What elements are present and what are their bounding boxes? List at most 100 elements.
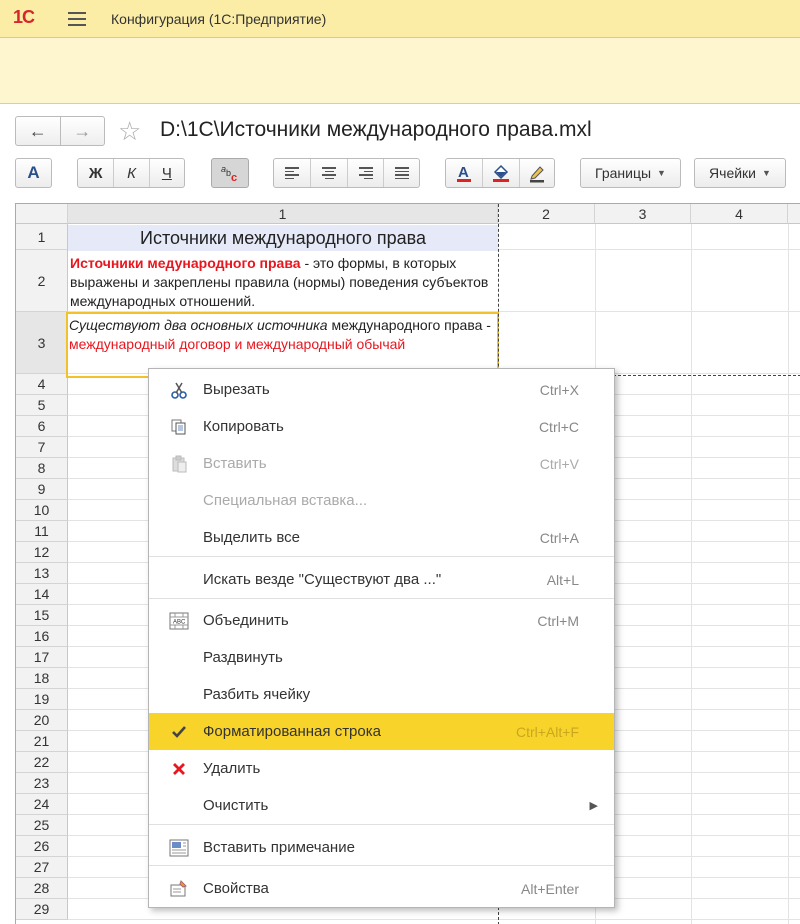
menu-item-10[interactable]: Форматированная строка Ctrl+Alt+F bbox=[149, 713, 614, 750]
menu-item-14[interactable]: Свойства Alt+Enter bbox=[149, 870, 614, 907]
column-header[interactable]: 2 bbox=[498, 204, 595, 224]
context-menu: Вырезать Ctrl+X Копировать Ctrl+C Вставить Ct… bbox=[148, 368, 615, 908]
row-header[interactable]: 1 bbox=[16, 224, 68, 250]
row-header[interactable]: 25 bbox=[16, 815, 68, 836]
font-button[interactable]: A bbox=[15, 158, 52, 188]
formatted-string-button[interactable]: abc bbox=[211, 158, 249, 188]
sources-red-text: международный договор и международный об… bbox=[69, 336, 406, 352]
row-header[interactable]: 19 bbox=[16, 689, 68, 710]
row-header[interactable]: 28 bbox=[16, 878, 68, 899]
definition-term: Источники медународного права bbox=[70, 255, 301, 271]
menu-item-label: Выделить все bbox=[203, 529, 301, 546]
menu-item-9[interactable]: Разбить ячейку bbox=[149, 676, 614, 713]
menu-item-12[interactable]: Очистить ▶ bbox=[149, 787, 614, 824]
menu-item-6[interactable]: Искать везде "Существуют два ..." Alt+L bbox=[149, 561, 614, 598]
row-header[interactable]: 8 bbox=[16, 458, 68, 479]
column-header[interactable]: 4 bbox=[691, 204, 788, 224]
row-header[interactable]: 15 bbox=[16, 605, 68, 626]
menu-item-label: Очистить bbox=[203, 797, 269, 814]
menu-item-3: Вставить Ctrl+V bbox=[149, 445, 614, 482]
align-justify-button[interactable] bbox=[383, 159, 419, 187]
sources-text: международного права - bbox=[327, 317, 491, 333]
cells-label: Ячейки bbox=[709, 165, 757, 181]
font-icon: A bbox=[27, 163, 40, 182]
align-left-icon bbox=[285, 167, 300, 179]
row-header[interactable]: 23 bbox=[16, 773, 68, 794]
row-header[interactable]: 21 bbox=[16, 731, 68, 752]
forward-button[interactable]: → bbox=[59, 117, 105, 145]
row-header[interactable]: 14 bbox=[16, 584, 68, 605]
menu-item-11[interactable]: Удалить bbox=[149, 750, 614, 787]
merge-icon: ABC bbox=[169, 611, 189, 631]
row-header[interactable]: 9 bbox=[16, 479, 68, 500]
line-color-button[interactable] bbox=[519, 159, 554, 187]
menu-item-label: Вырезать bbox=[203, 381, 270, 398]
row-header[interactable]: 11 bbox=[16, 521, 68, 542]
app-logo[interactable]: 1С bbox=[13, 7, 35, 28]
align-right-button[interactable] bbox=[346, 159, 384, 187]
menu-item-13[interactable]: Вставить примечание bbox=[149, 829, 614, 866]
menu-separator bbox=[149, 556, 614, 557]
sources-italic-text: Существуют два основных источника bbox=[69, 317, 328, 333]
navigation-buttons: ← → bbox=[15, 116, 105, 146]
row-header[interactable]: 7 bbox=[16, 437, 68, 458]
row-header[interactable]: 22 bbox=[16, 752, 68, 773]
scissors-icon bbox=[169, 380, 189, 400]
paste-icon bbox=[169, 454, 189, 474]
italic-button[interactable]: К bbox=[113, 159, 148, 187]
row-header[interactable]: 29 bbox=[16, 899, 68, 920]
color-group: A bbox=[445, 158, 555, 188]
svg-text:c: c bbox=[231, 172, 237, 183]
menu-item-7[interactable]: ABC Объединить Ctrl+M bbox=[149, 602, 614, 639]
text-color-icon: A bbox=[457, 164, 471, 182]
row-header[interactable]: 16 bbox=[16, 626, 68, 647]
row-header[interactable]: 17 bbox=[16, 647, 68, 668]
row-header[interactable]: 2 bbox=[16, 250, 68, 312]
corner-cell[interactable] bbox=[16, 204, 68, 224]
copy-icon bbox=[169, 417, 189, 437]
menu-item-1[interactable]: Вырезать Ctrl+X bbox=[149, 371, 614, 408]
row-header[interactable]: 24 bbox=[16, 794, 68, 815]
row-header[interactable]: 20 bbox=[16, 710, 68, 731]
row-header[interactable]: 10 bbox=[16, 500, 68, 521]
borders-dropdown[interactable]: Границы ▼ bbox=[580, 158, 681, 188]
menu-item-5[interactable]: Выделить все Ctrl+A bbox=[149, 519, 614, 556]
cells-dropdown[interactable]: Ячейки ▼ bbox=[694, 158, 786, 188]
hamburger-menu-icon[interactable] bbox=[68, 12, 86, 26]
align-center-button[interactable] bbox=[310, 159, 347, 187]
menu-item-8[interactable]: Раздвинуть bbox=[149, 639, 614, 676]
fill-color-button[interactable] bbox=[482, 159, 519, 187]
row-header[interactable]: 4 bbox=[16, 374, 68, 395]
underline-button[interactable]: Ч bbox=[148, 159, 184, 187]
row-header[interactable]: 12 bbox=[16, 542, 68, 563]
align-left-button[interactable] bbox=[274, 159, 310, 187]
back-button[interactable]: ← bbox=[16, 117, 60, 145]
text-color-button[interactable]: A bbox=[446, 159, 482, 187]
row-header[interactable]: 18 bbox=[16, 668, 68, 689]
column-header[interactable]: 3 bbox=[595, 204, 691, 224]
row-header[interactable]: 13 bbox=[16, 563, 68, 584]
cell-sources[interactable]: Существуют два основных источника междун… bbox=[69, 316, 499, 354]
bold-button[interactable]: Ж bbox=[78, 159, 113, 187]
menu-item-4: Специальная вставка... bbox=[149, 482, 614, 519]
row-header[interactable]: 27 bbox=[16, 857, 68, 878]
row-header[interactable]: 3 bbox=[16, 312, 68, 374]
cell-definition[interactable]: Источники медународного права - это форм… bbox=[70, 254, 502, 311]
favorite-star-icon[interactable]: ☆ bbox=[118, 116, 141, 147]
align-justify-icon bbox=[394, 167, 409, 179]
chevron-down-icon: ▼ bbox=[657, 168, 666, 178]
row-header[interactable]: 6 bbox=[16, 416, 68, 437]
row-header[interactable]: 26 bbox=[16, 836, 68, 857]
menu-separator bbox=[149, 824, 614, 825]
column-header[interactable]: 1 bbox=[68, 204, 498, 224]
menu-item-label: Свойства bbox=[203, 880, 269, 897]
pencil-icon bbox=[530, 166, 544, 183]
cell-title[interactable]: Источники международного права bbox=[68, 225, 498, 251]
menu-item-shortcut: Alt+Enter bbox=[521, 880, 579, 897]
column-header[interactable] bbox=[788, 204, 800, 224]
menu-item-shortcut: Ctrl+V bbox=[539, 455, 579, 472]
menu-item-label: Вставить примечание bbox=[203, 839, 355, 856]
row-header[interactable]: 5 bbox=[16, 395, 68, 416]
menu-item-shortcut: Ctrl+M bbox=[537, 612, 579, 629]
menu-item-2[interactable]: Копировать Ctrl+C bbox=[149, 408, 614, 445]
